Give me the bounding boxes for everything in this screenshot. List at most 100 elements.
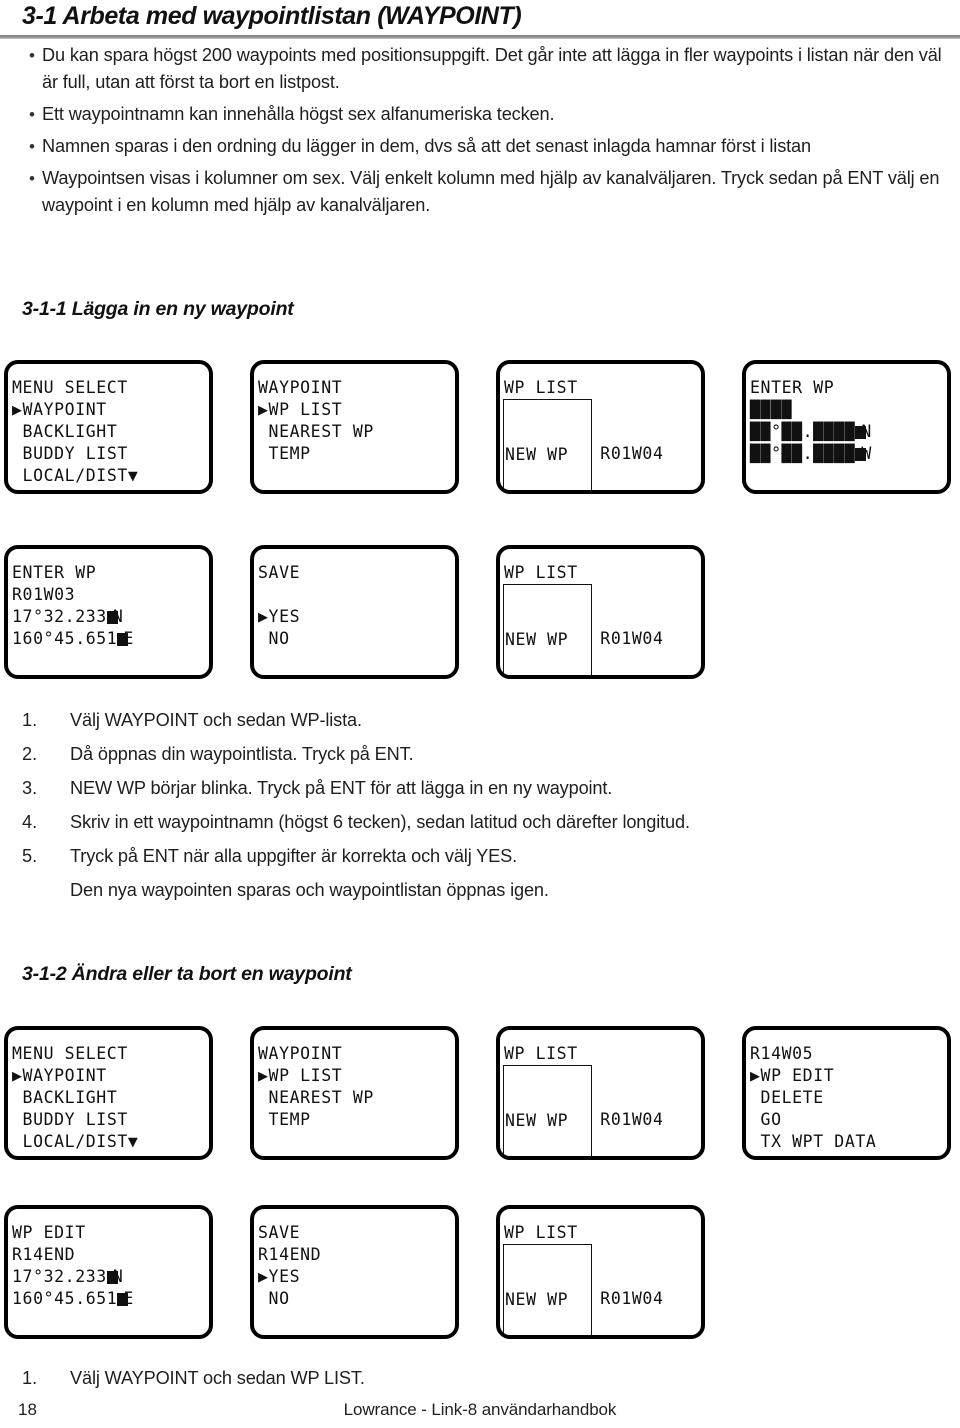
lcd-subtitle (258, 584, 455, 606)
step-number: 3. (22, 778, 38, 798)
selection-caret-icon (12, 466, 23, 485)
lcd-wp-entry: R01W04 (600, 629, 664, 648)
lcd-wp-entry: NEW WP (505, 445, 569, 464)
page-title: 3-1 Arbeta med waypointlistan (WAYPOINT) (22, 2, 522, 30)
lcd-wp-name: R14END (12, 1245, 76, 1264)
lcd-enter-wp-filled-311: ENTER WP R01W03 17°32.233 N 160°45.651 E (4, 545, 213, 679)
lcd-menu-item-label: BACKLIGHT (22, 422, 118, 441)
steps-list-311: 1. Välj WAYPOINT och sedan WP-lista. 2. … (22, 706, 946, 904)
lcd-waypoint-menu-311: WAYPOINT ▶WP LIST NEAREST WP TEMP (250, 360, 459, 494)
lcd-latitude: 17°32.233 N (12, 606, 209, 628)
list-item: • Ett waypointnamn kan innehålla högst s… (22, 101, 946, 128)
lcd-menu-item: LOCAL/DIST▼ (12, 1131, 209, 1153)
lcd-lat-hemisphere: N (112, 607, 124, 626)
step-number: 2. (22, 744, 38, 764)
steps-note: Den nya waypointen sparas och waypointli… (70, 880, 549, 900)
lcd-title: ENTER WP (750, 378, 835, 397)
step-text: Skriv in ett waypointnamn (högst 6 tecke… (70, 812, 690, 832)
selection-caret-icon: ▶ (12, 400, 23, 419)
lcd-menu-item-label: BUDDY LIST (22, 1110, 128, 1129)
lcd-menu-item: BACKLIGHT (12, 421, 209, 443)
lcd-lon-hemisphere: W (861, 444, 872, 463)
lcd-lon-value: 160°45.651 (12, 629, 118, 648)
lcd-menu-item: DELETE (750, 1087, 947, 1109)
list-item: • Waypointsen visas i kolumner om sex. V… (22, 165, 946, 219)
selection-caret-icon (12, 422, 23, 441)
lcd-title: R14W05 (750, 1044, 814, 1063)
lcd-menu-item: ▶WP LIST (258, 1065, 455, 1087)
list-item: 3. NEW WP börjar blinka. Tryck på ENT fö… (22, 774, 946, 802)
lcd-menu-item-label: BACKLIGHT (22, 1088, 118, 1107)
lcd-menu-item-label: YES (268, 607, 301, 626)
lcd-lon-hemisphere: E (123, 1289, 134, 1308)
step-text: NEW WP börjar blinka. Tryck på ENT för a… (70, 778, 613, 798)
lcd-menu-item: LOCAL/DIST▼ (12, 465, 209, 487)
lcd-lon-hemisphere: E (123, 629, 134, 648)
lcd-subtitle: R14END (258, 1245, 322, 1264)
lcd-title: WP LIST (504, 1044, 578, 1063)
selection-caret-icon (258, 629, 269, 648)
lcd-longitude: 160°45.651 E (12, 628, 209, 650)
lcd-menu-item: ▶WP EDIT (750, 1065, 947, 1087)
lcd-menu-item-label: NEAREST WP (268, 1088, 374, 1107)
lcd-wp-entry: R01W04 (600, 1289, 664, 1308)
selection-caret-icon: ▶ (12, 1066, 23, 1085)
lcd-menu-item: NEAREST WP (258, 1087, 455, 1109)
bullet-icon: • (29, 137, 35, 156)
lcd-wp-list-311-a: WP LIST NEW WP R01W01 R14W02 R14W03 R01W… (496, 360, 705, 494)
step-text: Välj WAYPOINT och sedan WP-lista. (70, 710, 362, 730)
lcd-menu-item-label: NO (268, 629, 290, 648)
lcd-menu-item-label: GO (760, 1110, 782, 1129)
lcd-title: WP LIST (504, 1223, 578, 1242)
lcd-menu-item: TX WPT DATA (750, 1131, 947, 1153)
lcd-menu-item: NO (258, 1288, 455, 1310)
step-number: 1. (22, 1368, 38, 1388)
lcd-menu-item: ▶YES (258, 606, 455, 628)
list-item: 2. Då öppnas din waypointlista. Tryck på… (22, 740, 946, 768)
lcd-menu-item: ▶WAYPOINT (12, 1065, 209, 1087)
lcd-wp-column-selected: NEW WP R01W01 R01W02 R01W03 (503, 1065, 593, 1156)
lcd-save-312: SAVE R14END ▶YES NO (250, 1205, 459, 1339)
lcd-longitude: 160°45.651 E (12, 1288, 209, 1310)
step-number: 1. (22, 710, 38, 730)
selection-caret-icon (258, 1289, 269, 1308)
selection-caret-icon: ▶ (258, 607, 269, 626)
lcd-menu-item-label: WP EDIT (760, 1066, 835, 1085)
lcd-wp-column: R01W04 R14W05 R14W06 (592, 399, 684, 490)
list-item: • Du kan spara högst 200 waypoints med p… (22, 42, 946, 96)
lcd-latitude-placeholder: ██°██.████ N (750, 421, 947, 443)
bullet-icon: • (29, 105, 35, 124)
bullet-text: Du kan spara högst 200 waypoints med pos… (42, 45, 942, 92)
page-footer: 18 Lowrance - Link-8 användarhandbok (0, 1400, 960, 1428)
lcd-wp-entry: NEW WP (505, 1290, 569, 1309)
lcd-menu-item: TEMP (258, 443, 455, 465)
lcd-menu-item: ▶WAYPOINT (12, 399, 209, 421)
bullet-text: Waypointsen visas i kolumner om sex. Väl… (42, 168, 940, 215)
lcd-menu-item: BUDDY LIST (12, 443, 209, 465)
step-text: Välj WAYPOINT och sedan WP LIST. (70, 1368, 365, 1388)
lcd-lat-value: 17°32.233 (12, 607, 107, 626)
lcd-menu-item: NO (258, 628, 455, 650)
lcd-menu-item-label: WP LIST (268, 400, 343, 419)
bullet-text: Namnen sparas i den ordning du lägger in… (42, 136, 811, 156)
lcd-title: WAYPOINT (258, 1044, 343, 1063)
lcd-menu-select-312: MENU SELECT ▶WAYPOINT BACKLIGHT BUDDY LI… (4, 1026, 213, 1160)
lcd-wp-entry: R01W04 (600, 444, 664, 463)
bullet-text: Ett waypointnamn kan innehålla högst sex… (42, 104, 555, 124)
lcd-menu-item-label: WAYPOINT (22, 1066, 107, 1085)
lcd-lat-value: 17°32.233 (12, 1267, 107, 1286)
selection-caret-icon (12, 1110, 23, 1129)
list-item: • Namnen sparas i den ordning du lägger … (22, 133, 946, 160)
lcd-lat-digits: ██°██.████ (750, 422, 856, 441)
lcd-wp-entry: R01W04 (600, 1110, 664, 1129)
lcd-wp-column: R01W04 R14END R14W06 R14W07 (592, 1244, 684, 1335)
lcd-menu-item-label: YES (268, 1267, 301, 1286)
lcd-menu-item-label: NO (268, 1289, 290, 1308)
lcd-menu-item: NEAREST WP (258, 421, 455, 443)
lcd-wp-column-selected: NEW WP R01W01 R01W02 R01W03 (503, 584, 593, 675)
bullet-icon: • (29, 46, 35, 65)
lcd-wp-columns: NEW WP R01W01 R01W02 R01W03 R01W04 R14EN… (503, 1244, 701, 1335)
lcd-title: WAYPOINT (258, 378, 343, 397)
title-divider (0, 35, 960, 39)
lcd-title: SAVE (258, 1223, 301, 1242)
